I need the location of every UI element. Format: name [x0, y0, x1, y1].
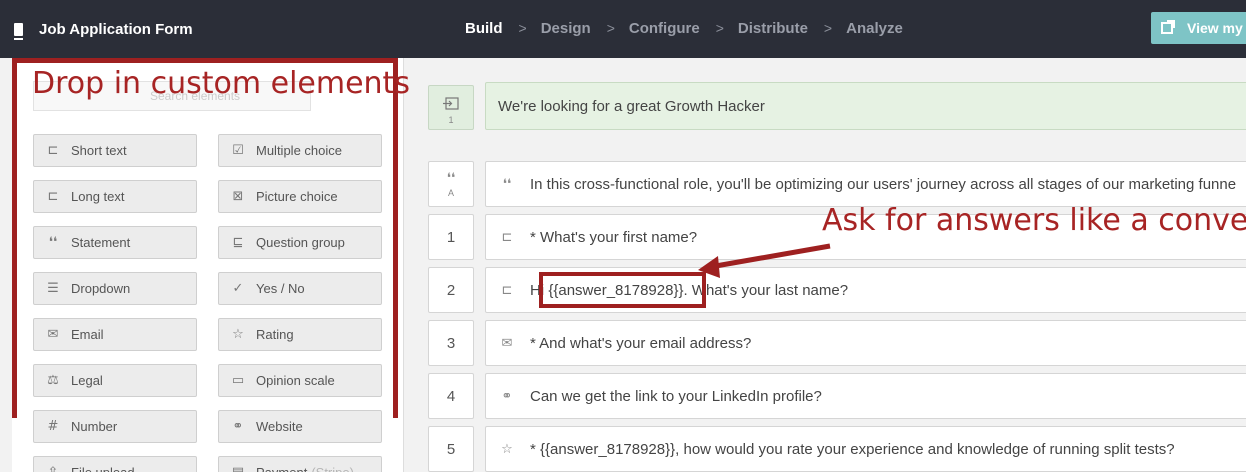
short-text-icon: ⊏: [501, 282, 513, 298]
question-number-badge[interactable]: 2: [428, 267, 474, 313]
element-picture-choice-button[interactable]: ⊠ Picture choice: [218, 180, 382, 213]
quote-icon: ❛❛: [446, 170, 456, 186]
element-label: Payment: [256, 465, 307, 472]
link-icon: ⚭: [232, 419, 244, 434]
form-title-area[interactable]: Job Application Form: [14, 18, 193, 40]
element-question-group-button[interactable]: ⊑ Question group: [218, 226, 382, 259]
element-label: File upload: [71, 465, 135, 472]
element-file-upload-button[interactable]: ⇪ File upload: [33, 456, 197, 472]
short-text-icon: ⊏: [47, 143, 59, 158]
annotation-conversation: Ask for answers like a conversa: [822, 203, 1246, 238]
element-multiple-choice-button[interactable]: ☑ Multiple choice: [218, 134, 382, 167]
question-number-badge[interactable]: 5: [428, 426, 474, 472]
question-number-badge[interactable]: 4: [428, 373, 474, 419]
statement-card[interactable]: ❛❛ In this cross-functional role, you'll…: [485, 161, 1246, 207]
question-number-badge[interactable]: 1: [428, 214, 474, 260]
question-group-icon: ⊑: [232, 235, 244, 250]
element-label: Long text: [71, 189, 125, 204]
annotation-arrow: [698, 243, 831, 278]
short-text-icon: ⊏: [501, 229, 513, 245]
element-opinion-scale-button[interactable]: ▭ Opinion scale: [218, 364, 382, 397]
question-card[interactable]: ✉ * And what's your email address?: [485, 320, 1246, 366]
question-text: * {{answer_8178928}}, how would you rate…: [530, 440, 1175, 458]
step-distribute[interactable]: Distribute: [738, 20, 808, 37]
element-yes-no-button[interactable]: ✓ Yes / No: [218, 272, 382, 305]
element-short-text-button[interactable]: ⊏ Short text: [33, 134, 197, 167]
element-statement-button[interactable]: ❛❛ Statement: [33, 226, 197, 259]
hash-icon: #: [47, 419, 59, 434]
annotation-highlight-answer-token: [539, 272, 706, 308]
element-label: Yes / No: [256, 281, 305, 296]
chevron-right-icon: >: [823, 20, 833, 36]
statement-badge[interactable]: ❛❛ A: [428, 161, 474, 207]
element-label: Dropdown: [71, 281, 131, 296]
element-email-button[interactable]: ✉ Email: [33, 318, 197, 351]
step-design[interactable]: Design: [541, 20, 591, 37]
step-build[interactable]: Build: [465, 20, 503, 37]
email-icon: ✉: [47, 327, 59, 342]
opinion-scale-icon: ▭: [231, 373, 245, 388]
chevron-right-icon: >: [606, 20, 615, 36]
star-icon: ☆: [232, 327, 244, 342]
element-payment-button[interactable]: ▤ Payment (Stripe): [218, 456, 382, 472]
step-analyze[interactable]: Analyze: [846, 20, 903, 37]
view-my-form-button[interactable]: View my: [1151, 12, 1246, 44]
element-label: Short text: [71, 143, 127, 158]
question-number-badge[interactable]: 3: [428, 320, 474, 366]
link-icon: ⚭: [501, 388, 513, 404]
top-bar: Job Application Form Build > Design > Co…: [0, 0, 1246, 58]
checkbox-icon: ☑: [232, 143, 244, 158]
dropdown-icon: ☰: [47, 281, 59, 296]
star-icon: ☆: [501, 441, 513, 457]
document-icon: [14, 22, 23, 40]
element-long-text-button[interactable]: ⊏ Long text: [33, 180, 197, 213]
element-label: Opinion scale: [256, 373, 335, 388]
welcome-screen-badge[interactable]: 1: [428, 85, 474, 130]
email-icon: ✉: [501, 335, 513, 351]
view-button-label: View my: [1187, 20, 1243, 36]
element-label: Website: [256, 419, 303, 434]
element-legal-button[interactable]: ⚖ Legal: [33, 364, 197, 397]
question-card[interactable]: ☆ * {{answer_8178928}}, how would you rat…: [485, 426, 1246, 472]
long-text-icon: ⊏: [47, 189, 59, 204]
picture-choice-icon: ⊠: [232, 189, 244, 204]
annotation-drop-elements: Drop in custom elements: [32, 66, 410, 101]
element-number-button[interactable]: # Number: [33, 410, 197, 443]
element-website-button[interactable]: ⚭ Website: [218, 410, 382, 443]
question-text: * And what's your email address?: [530, 334, 752, 352]
element-label: Number: [71, 419, 118, 434]
element-label: Statement: [71, 235, 131, 250]
question-text: Can we get the link to your LinkedIn pro…: [530, 387, 822, 405]
element-rating-button[interactable]: ☆ Rating: [218, 318, 382, 351]
yes-no-icon: ✓: [232, 281, 244, 296]
workflow-steps: Build > Design > Configure > Distribute …: [465, 18, 903, 38]
element-label: Rating: [256, 327, 294, 342]
form-title[interactable]: Job Application Form: [39, 21, 193, 38]
quote-icon: ❛❛: [502, 176, 512, 192]
step-configure[interactable]: Configure: [629, 20, 700, 37]
question-text: * What's your first name?: [530, 228, 698, 246]
welcome-screen-card[interactable]: We're looking for a great Growth Hacker: [485, 82, 1246, 130]
external-link-icon: [1161, 20, 1175, 34]
chevron-right-icon: >: [518, 20, 527, 36]
welcome-number: 1: [448, 115, 453, 125]
payment-icon: ▤: [230, 465, 246, 472]
chevron-right-icon: >: [715, 20, 724, 36]
element-label: Question group: [256, 235, 345, 250]
scales-icon: ⚖: [47, 373, 59, 388]
statement-letter: A: [447, 187, 454, 198]
element-label: Multiple choice: [256, 143, 342, 158]
element-label: Email: [71, 327, 104, 342]
statement-text: In this cross-functional role, you'll be…: [530, 175, 1237, 193]
element-dropdown-button[interactable]: ☰ Dropdown: [33, 272, 197, 305]
welcome-screen-icon: 1: [443, 97, 459, 125]
question-card[interactable]: ⚭ Can we get the link to your LinkedIn pr…: [485, 373, 1246, 419]
element-label: Picture choice: [256, 189, 338, 204]
quote-icon: ❛❛: [48, 235, 58, 250]
element-extra-label: (Stripe): [311, 465, 354, 472]
file-upload-icon: ⇪: [45, 465, 61, 472]
element-label: Legal: [71, 373, 103, 388]
